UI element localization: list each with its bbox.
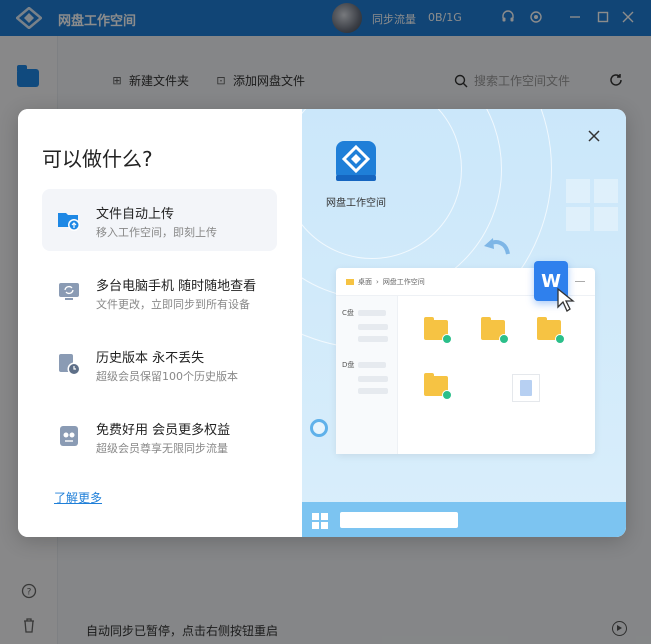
dialog-title: 可以做什么? [42, 147, 153, 171]
cursor-icon [557, 287, 575, 312]
folder-icon [424, 317, 452, 344]
folder-icon [537, 317, 565, 344]
dialog-left-panel: 可以做什么? 文件自动上传 移入工作空间，即刻上传 多台电脑手机 随时随地查看 … [18, 109, 302, 537]
folder-icon [346, 279, 354, 285]
workspace-logo-icon [336, 141, 376, 181]
feature-desc: 超级会员尊享无限同步流量 [96, 442, 228, 455]
curved-arrow-icon [484, 238, 510, 255]
feature-desc: 超级会员保留100个历史版本 [96, 370, 238, 383]
breadcrumb-item: 桌面 [358, 278, 372, 286]
document-icon [512, 374, 540, 402]
feature-name: 文件自动上传 [96, 207, 175, 222]
breadcrumb-item: 网盘工作空间 [382, 278, 425, 286]
learn-more-link[interactable]: 了解更多 [54, 489, 102, 506]
loading-ring-icon [310, 419, 328, 437]
upload-folder-icon [58, 213, 80, 231]
explorer-sidebar: C盘 D盘 [336, 296, 398, 454]
taskbar-illustration [302, 502, 626, 537]
feature-name: 多台电脑手机 随时随地查看 [96, 279, 257, 294]
feature-desc: 移入工作空间，即刻上传 [96, 226, 217, 239]
dialog-illustration-panel: 网盘工作空间 桌面 › 网盘工作空间 C盘 D盘 W [302, 109, 626, 537]
drive-label: C盘 [342, 309, 354, 317]
windows-logo-decor [566, 179, 620, 233]
feature-item-history[interactable]: 历史版本 永不丢失 超级会员保留100个历史版本 [42, 333, 277, 395]
feature-item-member[interactable]: 免费好用 会员更多权益 超级会员尊享无限同步流量 [42, 405, 277, 467]
minimize-icon [575, 281, 585, 282]
history-clock-icon [59, 354, 81, 376]
taskbar-search-box [340, 512, 458, 528]
monitor-sync-icon [59, 283, 79, 300]
windows-start-icon [312, 513, 328, 529]
member-benefit-icon [60, 426, 78, 446]
feature-intro-dialog: 可以做什么? 文件自动上传 移入工作空间，即刻上传 多台电脑手机 随时随地查看 … [18, 109, 626, 537]
check-icon [442, 334, 452, 344]
check-icon [555, 334, 565, 344]
folder-icon [481, 317, 509, 344]
close-dialog-icon[interactable] [586, 129, 602, 145]
feature-item-multi-device[interactable]: 多台电脑手机 随时随地查看 文件更改，立即同步到所有设备 [42, 261, 277, 323]
drive-label: D盘 [342, 361, 355, 369]
folder-icon [424, 373, 452, 400]
feature-item-auto-upload[interactable]: 文件自动上传 移入工作空间，即刻上传 [42, 189, 277, 251]
check-icon [499, 334, 509, 344]
check-icon [442, 390, 452, 400]
workspace-logo-label: 网盘工作空间 [326, 198, 386, 209]
feature-desc: 文件更改，立即同步到所有设备 [96, 298, 250, 311]
breadcrumb: 桌面 › 网盘工作空间 [346, 277, 425, 287]
feature-name: 免费好用 会员更多权益 [96, 423, 231, 438]
feature-name: 历史版本 永不丢失 [96, 351, 205, 366]
